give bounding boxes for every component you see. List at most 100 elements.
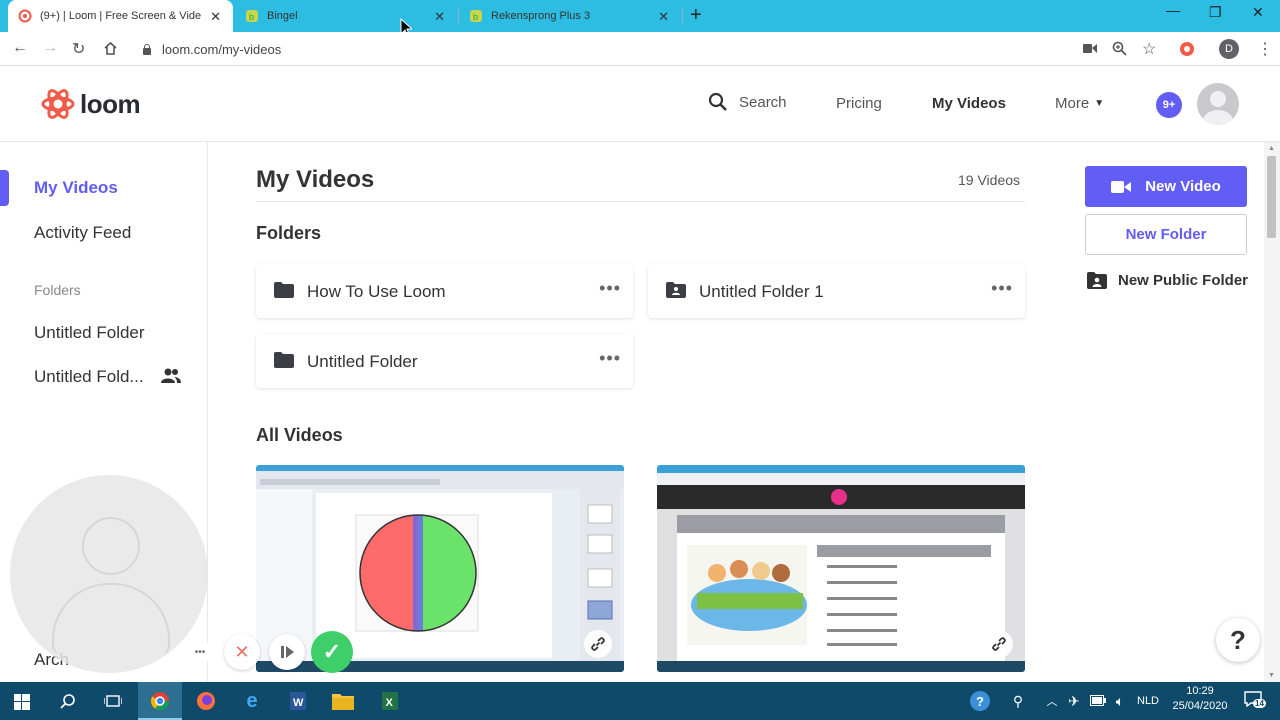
zoom-icon[interactable]: [1112, 41, 1127, 56]
action-center-icon[interactable]: 14: [1244, 691, 1266, 712]
copy-link-icon[interactable]: [584, 630, 612, 658]
new-video-button[interactable]: New Video: [1085, 166, 1247, 207]
new-public-folder-button[interactable]: New Public Folder: [1087, 271, 1248, 289]
nav-more[interactable]: More ▼: [1055, 95, 1104, 112]
close-tab-icon[interactable]: ✕: [210, 9, 221, 25]
bookmark-star-icon[interactable]: ☆: [1142, 39, 1156, 59]
tab-title: Rekensprong Plus 3: [491, 10, 591, 22]
chrome-icon[interactable]: [150, 691, 170, 711]
sidebar-item-folder[interactable]: Untitled Folder: [34, 323, 145, 343]
minimize-icon[interactable]: —: [1166, 2, 1180, 18]
tab-title: (9+) | Loom | Free Screen & Vide: [40, 10, 202, 22]
caret-down-icon: ▼: [1094, 98, 1105, 109]
sidebar-item-activity-feed[interactable]: Activity Feed: [34, 223, 131, 243]
forward-icon[interactable]: →: [42, 39, 58, 57]
firefox-icon[interactable]: [196, 691, 216, 711]
folder-card[interactable]: Untitled Folder •••: [256, 334, 633, 388]
sidebar-item-my-videos[interactable]: My Videos: [34, 178, 118, 198]
scroll-up-icon[interactable]: ▲: [1268, 145, 1275, 152]
page-title: My Videos: [256, 166, 375, 193]
scrollbar-thumb[interactable]: [1267, 156, 1276, 238]
lock-icon: [142, 43, 152, 55]
reload-icon[interactable]: ↻: [72, 39, 85, 59]
task-view-icon[interactable]: [104, 693, 122, 709]
nav-more-label: More: [1055, 95, 1090, 112]
close-window-icon[interactable]: ✕: [1252, 4, 1264, 21]
battery-icon[interactable]: [1090, 695, 1106, 706]
video-thumbnail[interactable]: [657, 465, 1025, 672]
copy-link-icon[interactable]: [985, 630, 1013, 658]
back-icon[interactable]: ←: [12, 39, 28, 57]
loom-favicon-icon: [18, 9, 32, 23]
user-avatar[interactable]: [1197, 83, 1239, 125]
finish-recording-icon[interactable]: ✓: [311, 631, 353, 673]
nav-pricing[interactable]: Pricing: [836, 95, 882, 112]
notifications-badge[interactable]: 9+: [1156, 92, 1182, 118]
airplane-mode-icon[interactable]: ✈: [1064, 691, 1084, 711]
sidebar-item-shared-folder[interactable]: Untitled Fold...: [34, 367, 144, 387]
folder-icon: [274, 352, 294, 368]
page-scrollbar[interactable]: ▲ ▼: [1264, 142, 1280, 682]
windows-taskbar: e W X ? ⚲ ︿ ✈ 🔈︎ NLD 10:29 25/04/2020 14: [0, 682, 1280, 720]
nav-my-videos[interactable]: My Videos: [932, 95, 1006, 112]
taskbar-search-icon[interactable]: [60, 693, 76, 709]
folder-card[interactable]: Untitled Folder 1 •••: [648, 264, 1025, 318]
people-icon[interactable]: ⚲: [1008, 691, 1028, 711]
tab-bingel[interactable]: b Bingel ✕: [235, 0, 457, 32]
all-videos-section-title: All Videos: [256, 425, 343, 445]
address-bar: ← → ↻ loom.com/my-videos ☆ D ⋮: [0, 32, 1280, 66]
browser-menu-icon[interactable]: ⋮: [1257, 39, 1273, 59]
camera-bubble[interactable]: [10, 475, 208, 673]
new-video-label: New Video: [1145, 178, 1221, 195]
help-tray-icon[interactable]: ?: [970, 691, 990, 711]
language-indicator[interactable]: NLD: [1137, 695, 1159, 707]
url-field[interactable]: loom.com/my-videos: [132, 36, 1072, 62]
file-explorer-icon[interactable]: [332, 692, 354, 710]
close-tab-icon[interactable]: ✕: [658, 9, 669, 25]
video-thumbnail[interactable]: [256, 465, 624, 672]
volume-icon[interactable]: 🔈︎: [1110, 691, 1130, 711]
word-icon[interactable]: W: [288, 691, 308, 711]
tray-expand-icon[interactable]: ︿: [1042, 691, 1062, 711]
folder-card[interactable]: How To Use Loom •••: [256, 264, 633, 318]
restore-icon[interactable]: ❐: [1209, 4, 1222, 21]
active-indicator: [0, 170, 9, 206]
edge-icon[interactable]: e: [242, 690, 262, 712]
tab-loom[interactable]: (9+) | Loom | Free Screen & Vide ✕: [8, 0, 233, 32]
folder-name: Untitled Folder 1: [699, 282, 824, 301]
tab-rekensprong[interactable]: b Rekensprong Plus 3 ✕: [459, 0, 681, 32]
loom-logo[interactable]: loom: [40, 86, 141, 122]
more-options-icon[interactable]: •••: [599, 348, 621, 369]
profile-avatar[interactable]: D: [1219, 39, 1239, 59]
scroll-down-icon[interactable]: ▼: [1268, 672, 1275, 679]
svg-text:b: b: [249, 12, 254, 22]
excel-icon[interactable]: X: [380, 691, 400, 711]
folder-name: How To Use Loom: [307, 282, 446, 301]
clock[interactable]: 10:29 25/04/2020: [1170, 685, 1230, 712]
url-text: loom.com/my-videos: [162, 41, 282, 57]
help-button[interactable]: ?: [1216, 618, 1260, 662]
new-public-folder-label: New Public Folder: [1118, 271, 1249, 289]
search-icon: [708, 92, 727, 111]
loom-extension-icon[interactable]: [1179, 41, 1195, 57]
video-preview-image: [657, 465, 1025, 672]
close-tab-icon[interactable]: ✕: [434, 9, 445, 25]
svg-text:W: W: [293, 697, 304, 709]
tab-title: Bingel: [267, 10, 298, 22]
cancel-recording-icon[interactable]: ✕: [224, 634, 260, 670]
more-options-icon[interactable]: •••: [991, 278, 1013, 299]
video-camera-icon: [1111, 180, 1132, 193]
new-tab-icon[interactable]: +: [690, 4, 702, 27]
windows-start-icon[interactable]: [14, 694, 30, 710]
shared-folder-icon: [666, 282, 686, 298]
video-preview-image: [256, 465, 624, 672]
rekensprong-favicon-icon: b: [470, 10, 482, 22]
search-button[interactable]: Search: [708, 92, 787, 112]
camera-icon[interactable]: [1083, 43, 1097, 54]
new-folder-button[interactable]: New Folder: [1085, 214, 1247, 255]
public-folder-icon: [1087, 272, 1107, 289]
home-icon[interactable]: [103, 41, 118, 56]
pause-recording-icon[interactable]: [269, 634, 305, 670]
more-options-icon[interactable]: •••: [599, 278, 621, 299]
recorder-more-icon[interactable]: •••: [188, 640, 212, 664]
